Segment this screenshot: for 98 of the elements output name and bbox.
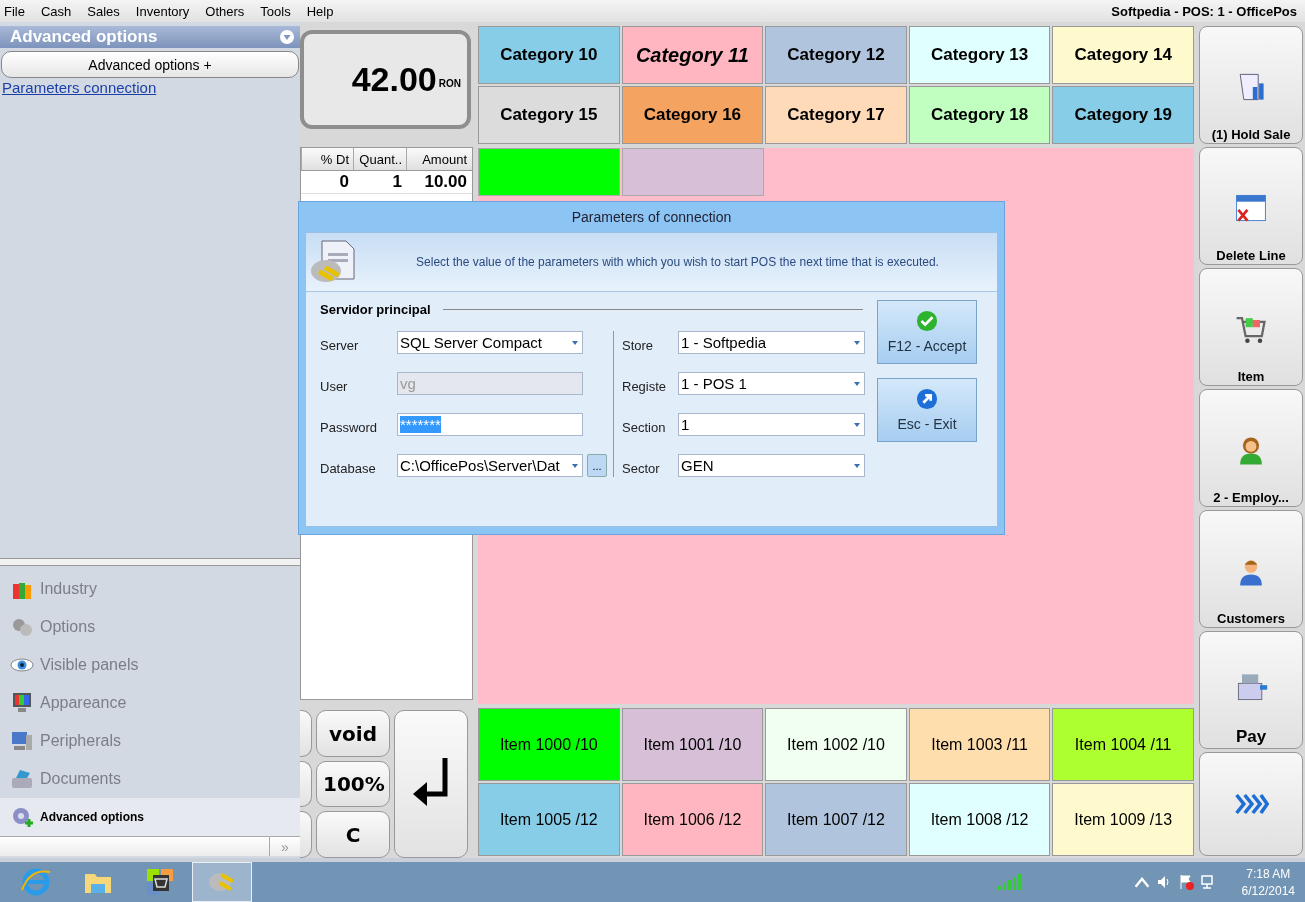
action-button[interactable]: Item	[1199, 268, 1303, 386]
subcategory-tile[interactable]	[478, 148, 620, 196]
dropdown-icon[interactable]	[854, 463, 860, 468]
dropdown-icon[interactable]	[572, 463, 578, 468]
network-icon[interactable]	[1199, 874, 1216, 890]
combo-box[interactable]: SQL Server Compact	[397, 331, 583, 354]
dialog-message: Select the value of the parameters with which you wish to start POS the next time that is executed.	[415, 255, 940, 269]
printer-icon	[10, 767, 34, 791]
category-button[interactable]: Category 12	[765, 26, 907, 84]
key-button[interactable]	[300, 710, 312, 757]
advanced-options-button[interactable]: Advanced options +	[1, 51, 299, 78]
category-button[interactable]: Category 18	[908, 86, 1051, 144]
dialog-button[interactable]: Esc - Exit	[877, 378, 977, 442]
computer-icon	[10, 729, 34, 753]
item-button[interactable]: Item 1001 /10	[621, 708, 764, 781]
key-button[interactable]: C	[316, 811, 390, 858]
category-button[interactable]: Category 11	[621, 26, 764, 84]
dropdown-icon[interactable]	[854, 422, 860, 427]
combo-box[interactable]: C:\OfficePos\Server\Dat	[397, 454, 583, 477]
item-button[interactable]: Item 1005 /12	[478, 783, 620, 856]
nav-item[interactable]: Advanced options	[0, 798, 300, 836]
category-button[interactable]: Category 13	[908, 26, 1051, 84]
panel-title: Advanced options	[10, 27, 158, 47]
menu-item[interactable]: Others	[205, 3, 245, 19]
combo-box[interactable]: 1 - POS 1	[678, 372, 865, 395]
action-button[interactable]: Customers	[1199, 510, 1303, 628]
column-header[interactable]: Amount	[406, 147, 471, 170]
table-cell-text: 1	[391, 170, 403, 193]
category-button[interactable]: Category 19	[1052, 86, 1194, 144]
dropdown-icon[interactable]	[854, 381, 860, 386]
category-button[interactable]: Category 16	[621, 86, 764, 144]
category-button[interactable]: Category 17	[765, 86, 907, 144]
field-label: Section	[622, 419, 667, 435]
dropdown-icon[interactable]	[572, 340, 578, 345]
key-button[interactable]	[300, 760, 312, 808]
subcategory-tile[interactable]	[622, 148, 764, 196]
signal-icon	[997, 874, 1022, 890]
table-cell-text: 10.00	[423, 170, 468, 193]
field-label: Server	[320, 337, 360, 353]
key-button[interactable]: 100%	[316, 760, 390, 808]
item-button[interactable]: Item 1007 /12	[765, 783, 907, 856]
menu-item[interactable]: Sales	[87, 3, 120, 19]
enter-button[interactable]	[394, 710, 468, 858]
menu-item[interactable]: Help	[306, 3, 334, 19]
dialog-title: Parameters of connection	[570, 208, 733, 227]
action-button[interactable]: Delete Line	[1199, 147, 1303, 265]
item-button[interactable]: Item 1000 /10	[478, 708, 620, 781]
category-button[interactable]: Category 14	[1052, 26, 1194, 84]
column-header[interactable]: % Dt	[301, 147, 353, 170]
plug-document-icon	[308, 239, 358, 285]
splitter-handle[interactable]	[0, 558, 300, 566]
monitor-icon	[10, 691, 34, 715]
dropdown-icon[interactable]	[854, 340, 860, 345]
field-label: Database	[320, 460, 377, 476]
total-amount: 42.00	[351, 59, 437, 99]
action-button[interactable]	[1199, 752, 1303, 856]
key-button[interactable]: void	[316, 710, 390, 757]
clock-time: 7:18 AM	[1246, 866, 1291, 881]
currency-label: RON	[438, 76, 461, 89]
key-button[interactable]	[300, 811, 312, 858]
item-button[interactable]: Item 1006 /12	[621, 783, 764, 856]
dialog-button[interactable]: F12 - Accept	[877, 300, 977, 364]
menu-item[interactable]: Inventory	[135, 3, 190, 19]
action-button[interactable]: (1) Hold Sale	[1199, 26, 1303, 144]
menu-item[interactable]: Cash	[40, 3, 72, 19]
chevron-up-icon[interactable]	[1133, 874, 1150, 890]
browser-icon	[20, 866, 52, 898]
menu-item[interactable]: Tools	[260, 3, 291, 19]
item-button[interactable]: Item 1002 /10	[765, 708, 907, 781]
item-button[interactable]: Item 1008 /12	[908, 783, 1051, 856]
action-button[interactable]: 2 - Employ...	[1199, 389, 1303, 507]
cart-icon	[144, 866, 176, 898]
parameters-link[interactable]: Parameters connection	[2, 79, 157, 96]
clock-date: 6/12/2014	[1241, 883, 1295, 898]
window-title: Softpedia - POS: 1 - OfficePos	[1111, 3, 1298, 19]
table-cell-text: 0	[338, 170, 350, 193]
item-button[interactable]: Item 1004 /11	[1052, 708, 1194, 781]
combo-box[interactable]: 1 - Softpedia	[678, 331, 865, 354]
field-label: Store	[622, 337, 655, 353]
speaker-icon[interactable]	[1155, 874, 1172, 890]
check-icon	[916, 310, 938, 332]
field-label: Registe	[622, 378, 668, 394]
combo-box[interactable]: GEN	[678, 454, 865, 477]
collapse-icon[interactable]	[280, 30, 294, 44]
browse-button[interactable]: ...	[587, 454, 607, 477]
field-label: Password	[320, 419, 379, 435]
item-button[interactable]: Item 1003 /11	[908, 708, 1051, 781]
category-button[interactable]: Category 10	[478, 26, 620, 84]
column-header[interactable]: Quant..	[353, 147, 406, 170]
action-button[interactable]: Pay	[1199, 631, 1303, 749]
section-title: Servidor principal	[320, 302, 431, 317]
category-button[interactable]: Category 15	[478, 86, 620, 144]
item-button[interactable]: Item 1009 /13	[1052, 783, 1194, 856]
field-label: Sector	[622, 460, 661, 476]
flag-icon[interactable]	[1177, 874, 1194, 890]
field-label: User	[320, 378, 349, 394]
combo-box[interactable]: 1	[678, 413, 865, 436]
menu-item[interactable]: File	[4, 3, 25, 19]
